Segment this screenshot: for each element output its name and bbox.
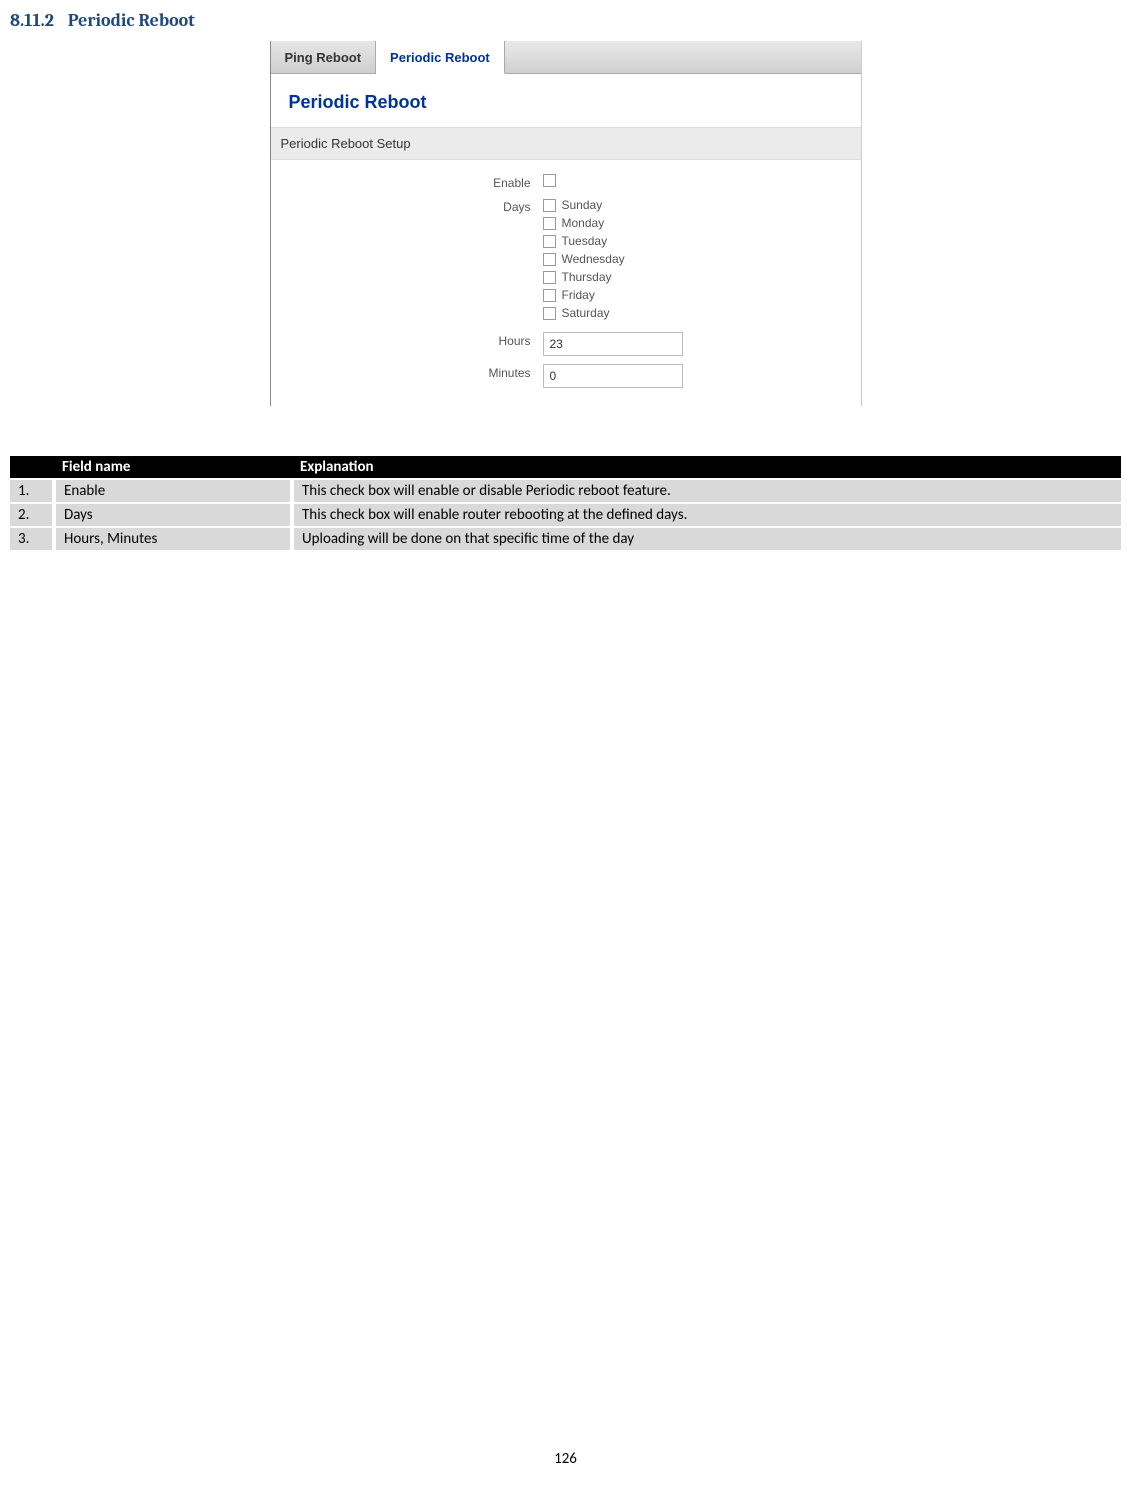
panel-title: Periodic Reboot — [271, 74, 861, 127]
tabs-row: Ping Reboot Periodic Reboot — [271, 41, 861, 74]
cell-expl: Uploading will be done on that specific … — [292, 527, 1121, 550]
day-option: Sunday — [543, 198, 851, 212]
day-label: Wednesday — [562, 252, 625, 266]
day-checkbox-friday[interactable] — [543, 289, 556, 302]
day-checkbox-thursday[interactable] — [543, 271, 556, 284]
day-option: Monday — [543, 216, 851, 230]
section-number: 8.11.2 — [10, 10, 54, 31]
day-label: Thursday — [562, 270, 612, 284]
day-option: Friday — [543, 288, 851, 302]
day-checkbox-sunday[interactable] — [543, 199, 556, 212]
tab-ping-reboot[interactable]: Ping Reboot — [271, 41, 377, 73]
cell-expl: This check box will enable router reboot… — [292, 503, 1121, 527]
cell-name: Hours, Minutes — [54, 527, 292, 550]
subsection-bar: Periodic Reboot Setup — [271, 127, 861, 160]
label-enable: Enable — [281, 174, 543, 190]
day-label: Monday — [562, 216, 605, 230]
day-checkbox-saturday[interactable] — [543, 307, 556, 320]
day-option: Thursday — [543, 270, 851, 284]
cell-num: 2. — [10, 503, 54, 527]
hours-input[interactable] — [543, 332, 683, 356]
day-label: Sunday — [562, 198, 603, 212]
day-checkbox-wednesday[interactable] — [543, 253, 556, 266]
cell-name: Enable — [54, 479, 292, 503]
row-hours: Hours — [281, 332, 851, 356]
ui-panel: Ping Reboot Periodic Reboot Periodic Reb… — [270, 41, 862, 406]
row-enable: Enable — [281, 174, 851, 190]
section-heading: 8.11.2 Periodic Reboot — [10, 10, 1121, 31]
day-label: Friday — [562, 288, 595, 302]
table-row: 1. Enable This check box will enable or … — [10, 479, 1121, 503]
cell-num: 1. — [10, 479, 54, 503]
table-row: 2. Days This check box will enable route… — [10, 503, 1121, 527]
th-explanation: Explanation — [292, 456, 1121, 479]
day-checkbox-tuesday[interactable] — [543, 235, 556, 248]
table-header-row: Field name Explanation — [10, 456, 1121, 479]
day-option: Tuesday — [543, 234, 851, 248]
cell-name: Days — [54, 503, 292, 527]
row-days: Days Sunday Monday Tuesday — [281, 198, 851, 324]
screenshot-container: Ping Reboot Periodic Reboot Periodic Reb… — [10, 41, 1121, 406]
cell-num: 3. — [10, 527, 54, 550]
days-list: Sunday Monday Tuesday Wednesday — [543, 198, 851, 324]
day-option: Saturday — [543, 306, 851, 320]
tab-label: Ping Reboot — [285, 50, 362, 65]
th-field-name: Field name — [54, 456, 292, 479]
day-label: Tuesday — [562, 234, 608, 248]
cell-expl: This check box will enable or disable Pe… — [292, 479, 1121, 503]
section-title-text: Periodic Reboot — [68, 10, 195, 31]
page-number: 126 — [10, 1450, 1121, 1468]
tab-label: Periodic Reboot — [390, 50, 490, 65]
minutes-input[interactable] — [543, 364, 683, 388]
label-days: Days — [281, 198, 543, 214]
th-num — [10, 456, 54, 479]
label-minutes: Minutes — [281, 364, 543, 380]
form-area: Enable Days Sunday Monday — [271, 160, 861, 406]
day-option: Wednesday — [543, 252, 851, 266]
enable-checkbox[interactable] — [543, 174, 556, 187]
description-table: Field name Explanation 1. Enable This ch… — [10, 456, 1121, 550]
tab-periodic-reboot[interactable]: Periodic Reboot — [376, 41, 505, 74]
day-label: Saturday — [562, 306, 610, 320]
table-row: 3. Hours, Minutes Uploading will be done… — [10, 527, 1121, 550]
day-checkbox-monday[interactable] — [543, 217, 556, 230]
row-minutes: Minutes — [281, 364, 851, 388]
label-hours: Hours — [281, 332, 543, 348]
